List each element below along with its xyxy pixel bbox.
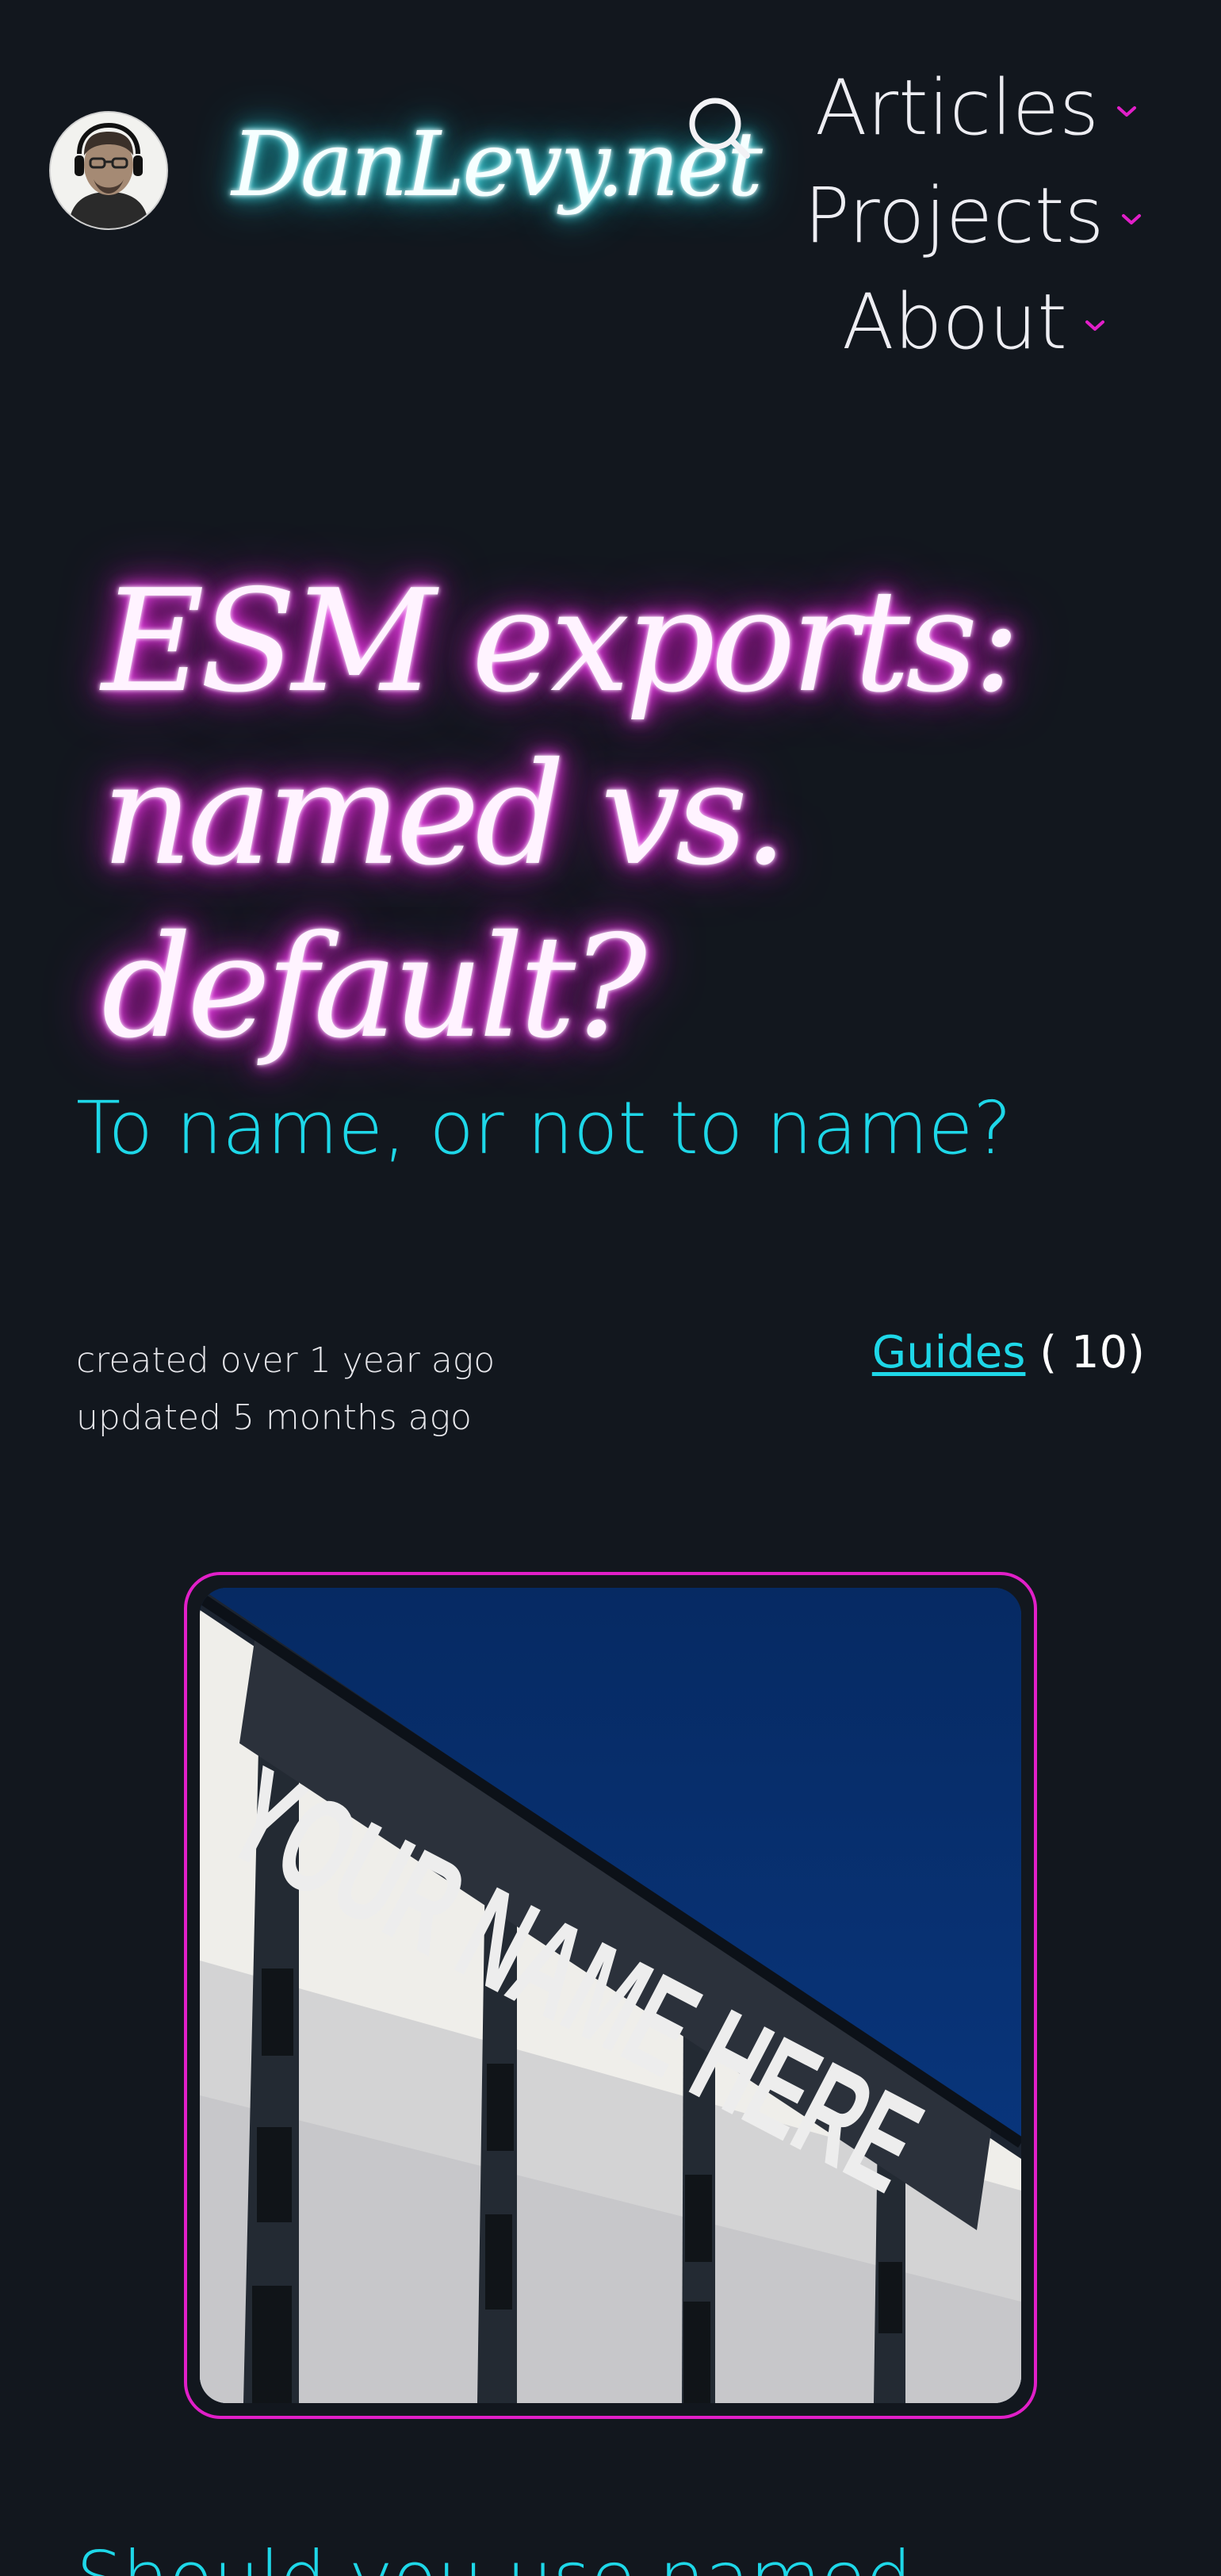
nav-item-articles[interactable]: Articles	[815, 70, 1137, 146]
avatar[interactable]	[51, 113, 166, 228]
chevron-down-icon	[1122, 214, 1142, 224]
hero-image: YOUR NAME HERE	[200, 1588, 1021, 2403]
post-meta: created over 1 year ago updated 5 months…	[76, 1332, 495, 1447]
nav-item-projects[interactable]: Projects	[804, 178, 1142, 254]
category-link[interactable]: Guides	[872, 1327, 1026, 1378]
post-subtitle: To name, or not to name?	[76, 1086, 1012, 1171]
page: DanLevy.net Articles Projects About ESM …	[0, 0, 1221, 2576]
updated-date: updated 5 months ago	[76, 1397, 472, 1438]
nav-item-about[interactable]: About	[842, 284, 1105, 360]
nav-item-label: About	[842, 278, 1067, 366]
nav-item-label: Projects	[804, 171, 1104, 260]
chevron-down-icon	[1085, 320, 1104, 331]
title-line-2: named vs. default?	[101, 732, 788, 1069]
hero-image-frame: YOUR NAME HERE	[184, 1572, 1037, 2419]
chevron-down-icon	[1116, 106, 1136, 117]
category-count: ( 10)	[1039, 1327, 1145, 1378]
category-badge: Guides ( 10)	[872, 1321, 1145, 1385]
search-icon	[689, 98, 750, 159]
nav-item-label: Articles	[815, 63, 1099, 152]
page-title: ESM exports: named vs. default?	[101, 555, 1132, 1074]
created-date: created over 1 year ago	[76, 1340, 496, 1381]
title-line-1: ESM exports:	[101, 559, 1020, 723]
search-button[interactable]	[680, 89, 756, 165]
section-heading: Should you use named	[76, 2538, 912, 2576]
avatar-photo	[51, 113, 166, 228]
